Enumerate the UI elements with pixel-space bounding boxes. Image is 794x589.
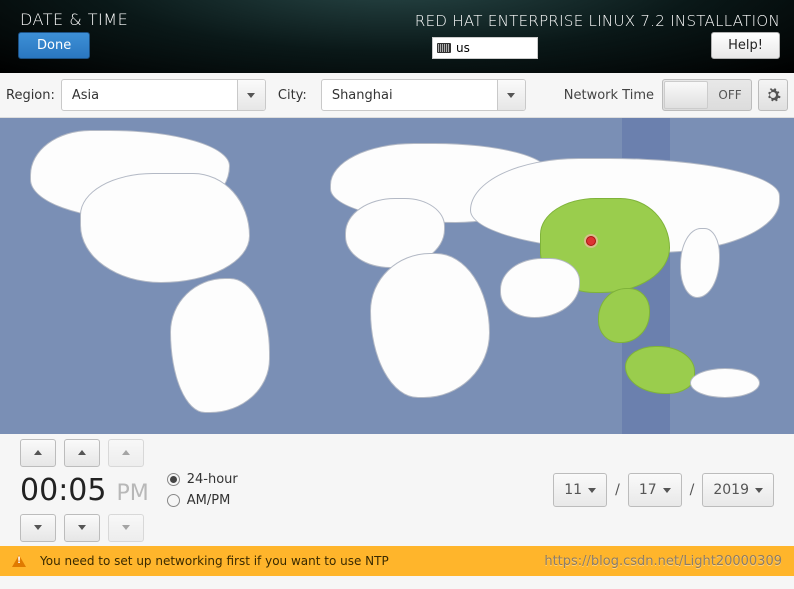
city-value: Shanghai [322, 88, 497, 103]
chevron-down-icon [507, 93, 515, 98]
keyboard-layout-value: us [456, 41, 470, 55]
chevron-down-icon [34, 525, 42, 530]
day-value: 17 [639, 482, 657, 498]
toolbar: Region: Asia City: Shanghai Network Time… [0, 73, 794, 118]
radio-icon [167, 473, 180, 486]
year-value: 2019 [713, 482, 749, 498]
warning-text: You need to set up networking first if y… [40, 554, 389, 568]
time-format-radiogroup: 24-hour AM/PM [167, 472, 238, 508]
region-combo[interactable]: Asia [61, 79, 266, 111]
page-title: DATE & TIME [20, 10, 128, 29]
warning-bar: You need to set up networking first if y… [0, 546, 794, 576]
chevron-up-icon [78, 450, 86, 455]
month-dropdown[interactable]: 11 [553, 473, 607, 507]
minutes-value: 05 [68, 473, 106, 508]
chevron-down-icon [78, 525, 86, 530]
hours-up-button[interactable] [20, 439, 56, 467]
time-spinner: 00:05 PM [20, 439, 149, 542]
chevron-down-icon [247, 93, 255, 98]
ampm-up-button [108, 439, 144, 467]
chevron-up-icon [34, 450, 42, 455]
installer-title: RED HAT ENTERPRISE LINUX 7.2 INSTALLATIO… [415, 12, 780, 30]
network-time-state: OFF [709, 88, 751, 102]
date-picker: 11 / 17 / 2019 [553, 473, 774, 507]
radio-ampm[interactable]: AM/PM [167, 493, 238, 508]
warning-icon [12, 555, 26, 567]
city-label: City: [278, 88, 307, 103]
keyboard-layout-indicator[interactable]: us [432, 37, 538, 59]
header: DATE & TIME RED HAT ENTERPRISE LINUX 7.2… [0, 0, 794, 73]
radio-ampm-label: AM/PM [187, 493, 231, 508]
radio-24-hour[interactable]: 24-hour [167, 472, 238, 487]
radio-24-hour-label: 24-hour [187, 472, 238, 487]
keyboard-icon [437, 43, 451, 53]
chevron-down-icon [588, 488, 596, 493]
chevron-up-icon [122, 450, 130, 455]
region-label: Region: [6, 88, 55, 103]
minutes-up-button[interactable] [64, 439, 100, 467]
watermark-text: https://blog.csdn.net/Light20000309 [544, 554, 782, 569]
radio-icon [167, 494, 180, 507]
network-time-switch[interactable]: OFF [662, 79, 752, 111]
ntp-settings-button[interactable] [758, 79, 788, 111]
selected-city-pin [586, 236, 596, 246]
switch-knob [664, 81, 708, 109]
minutes-down-button[interactable] [64, 514, 100, 542]
date-sep: / [615, 482, 620, 498]
region-dropdown-button[interactable] [237, 80, 265, 110]
region-value: Asia [62, 88, 237, 103]
chevron-down-icon [755, 488, 763, 493]
ampm-value: PM [116, 481, 148, 506]
ampm-down-button [108, 514, 144, 542]
city-combo[interactable]: Shanghai [321, 79, 526, 111]
chevron-down-icon [122, 525, 130, 530]
gear-icon [765, 87, 781, 103]
timezone-map[interactable] [0, 118, 794, 434]
datetime-controls: 00:05 PM 24-hour AM/PM 11 / 17 / [0, 434, 794, 546]
day-dropdown[interactable]: 17 [628, 473, 682, 507]
hours-down-button[interactable] [20, 514, 56, 542]
done-button[interactable]: Done [18, 32, 90, 59]
network-time-label: Network Time [564, 88, 654, 103]
hours-value: 00 [20, 473, 58, 508]
city-dropdown-button[interactable] [497, 80, 525, 110]
date-sep: / [690, 482, 695, 498]
chevron-down-icon [663, 488, 671, 493]
help-button[interactable]: Help! [711, 32, 780, 59]
month-value: 11 [564, 482, 582, 498]
year-dropdown[interactable]: 2019 [702, 473, 774, 507]
time-display: 00:05 PM [20, 473, 149, 508]
